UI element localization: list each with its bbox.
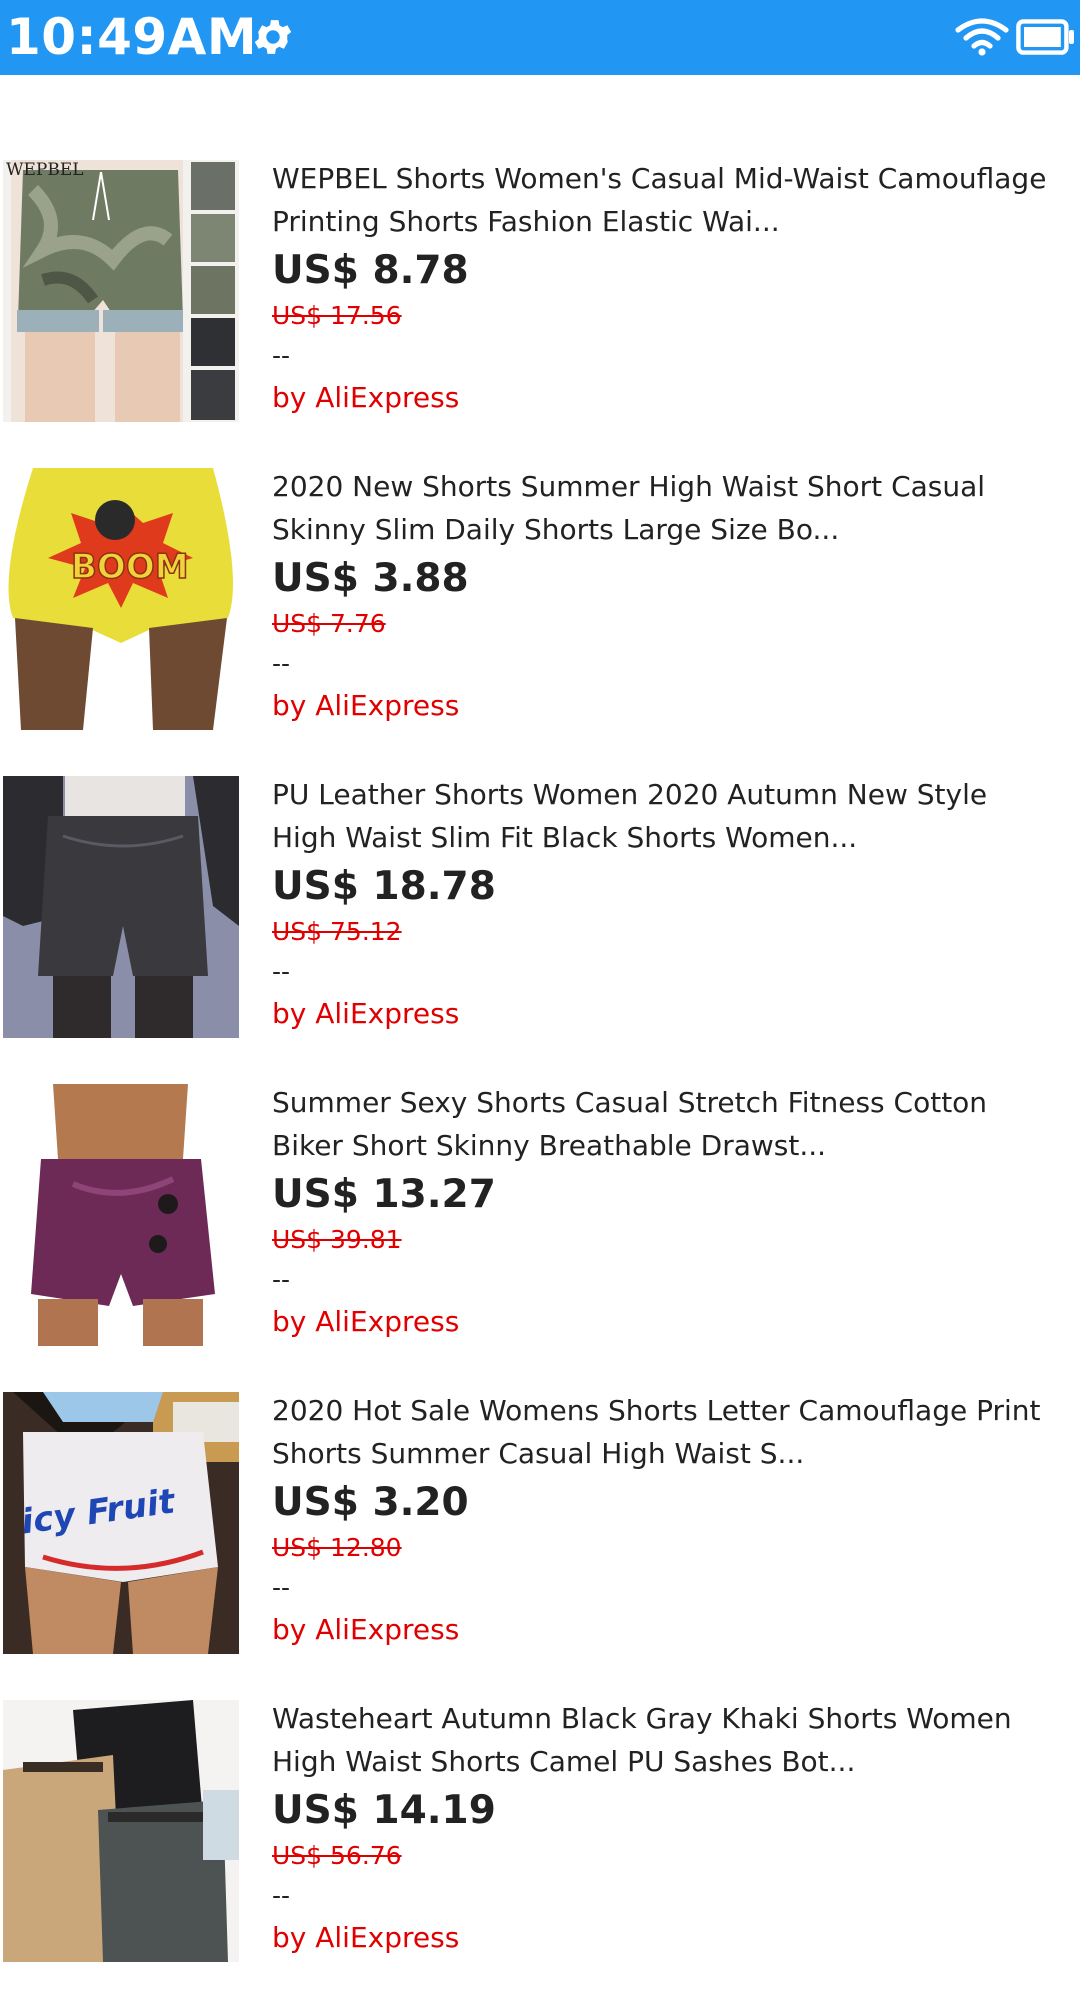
product-title-line-2[interactable]: Skinny Slim Daily Shorts Large Size Bo..… <box>272 508 1072 551</box>
svg-text:BOOM: BOOM <box>71 547 189 587</box>
product-seller: by AliExpress <box>272 689 460 722</box>
product-original-price: US$ 39.81 <box>272 1225 402 1254</box>
product-rating: -- <box>272 649 291 678</box>
product-title-line-1[interactable]: Wasteheart Autumn Black Gray Khaki Short… <box>272 1697 1072 1740</box>
product-seller: by AliExpress <box>272 1613 460 1646</box>
product-original-price: US$ 56.76 <box>272 1841 402 1870</box>
product-item[interactable]: Wasteheart Autumn Black Gray Khaki Short… <box>0 1700 1080 2008</box>
product-price: US$ 3.88 <box>272 556 469 601</box>
product-title-line-2[interactable]: Printing Shorts Fashion Elastic Wai... <box>272 200 1072 243</box>
product-rating: -- <box>272 341 291 370</box>
product-image[interactable] <box>3 1084 239 1346</box>
product-info: Summer Sexy Shorts Casual Stretch Fitnes… <box>272 1081 1072 1343</box>
product-seller: by AliExpress <box>272 381 460 414</box>
product-item[interactable]: WEPBEL WEPBEL Shorts Women's Casual Mid-… <box>0 160 1080 468</box>
product-rating: -- <box>272 1881 291 1910</box>
product-title-line-2[interactable]: High Waist Shorts Camel PU Sashes Bot... <box>272 1740 1072 1783</box>
product-title-line-1[interactable]: WEPBEL Shorts Women's Casual Mid-Waist C… <box>272 157 1072 200</box>
product-seller: by AliExpress <box>272 1921 460 1954</box>
gear-icon <box>254 20 292 54</box>
product-seller: by AliExpress <box>272 1305 460 1338</box>
product-rating: -- <box>272 957 291 986</box>
product-item[interactable]: Summer Sexy Shorts Casual Stretch Fitnes… <box>0 1084 1080 1392</box>
product-seller: by AliExpress <box>272 997 460 1030</box>
product-title-line-1[interactable]: 2020 New Shorts Summer High Waist Short … <box>272 465 1072 508</box>
product-info: 2020 Hot Sale Womens Shorts Letter Camou… <box>272 1389 1072 1651</box>
product-title-line-2[interactable]: Biker Short Skinny Breathable Drawst... <box>272 1124 1072 1167</box>
battery-icon <box>1016 19 1074 55</box>
product-image[interactable]: WEPBEL <box>3 160 239 422</box>
product-image[interactable] <box>3 776 239 1038</box>
status-bar: 10:49AM <box>0 0 1080 75</box>
product-title-line-2[interactable]: High Waist Slim Fit Black Shorts Women..… <box>272 816 1072 859</box>
product-title-line-1[interactable]: 2020 Hot Sale Womens Shorts Letter Camou… <box>272 1389 1072 1432</box>
product-price: US$ 3.20 <box>272 1480 469 1525</box>
product-price: US$ 14.19 <box>272 1788 496 1833</box>
product-original-price: US$ 75.12 <box>272 917 402 946</box>
product-item[interactable]: PU Leather Shorts Women 2020 Autumn New … <box>0 776 1080 1084</box>
product-title-line-2[interactable]: Shorts Summer Casual High Waist S... <box>272 1432 1072 1475</box>
product-info: 2020 New Shorts Summer High Waist Short … <box>272 465 1072 727</box>
product-original-price: US$ 17.56 <box>272 301 402 330</box>
product-title-line-1[interactable]: PU Leather Shorts Women 2020 Autumn New … <box>272 773 1072 816</box>
wifi-icon <box>955 18 1009 56</box>
product-rating: -- <box>272 1573 291 1602</box>
product-rating: -- <box>272 1265 291 1294</box>
product-price: US$ 13.27 <box>272 1172 496 1217</box>
product-image[interactable]: BOOM <box>3 468 239 730</box>
product-price: US$ 18.78 <box>272 864 496 909</box>
product-item[interactable]: icy Fruit 2020 Hot Sale Womens Shorts Le… <box>0 1392 1080 1700</box>
product-item[interactable]: BOOM 2020 New Shorts Summer High Waist S… <box>0 468 1080 776</box>
product-info: PU Leather Shorts Women 2020 Autumn New … <box>272 773 1072 1035</box>
product-image-label: WEPBEL <box>6 160 84 180</box>
product-original-price: US$ 7.76 <box>272 609 386 638</box>
product-price: US$ 8.78 <box>272 248 469 293</box>
status-time: 10:49AM <box>6 8 258 66</box>
product-info: WEPBEL Shorts Women's Casual Mid-Waist C… <box>272 157 1072 419</box>
product-original-price: US$ 12.80 <box>272 1533 402 1562</box>
product-image[interactable]: icy Fruit <box>3 1392 239 1654</box>
product-image[interactable] <box>3 1700 239 1962</box>
product-title-line-1[interactable]: Summer Sexy Shorts Casual Stretch Fitnes… <box>272 1081 1072 1124</box>
